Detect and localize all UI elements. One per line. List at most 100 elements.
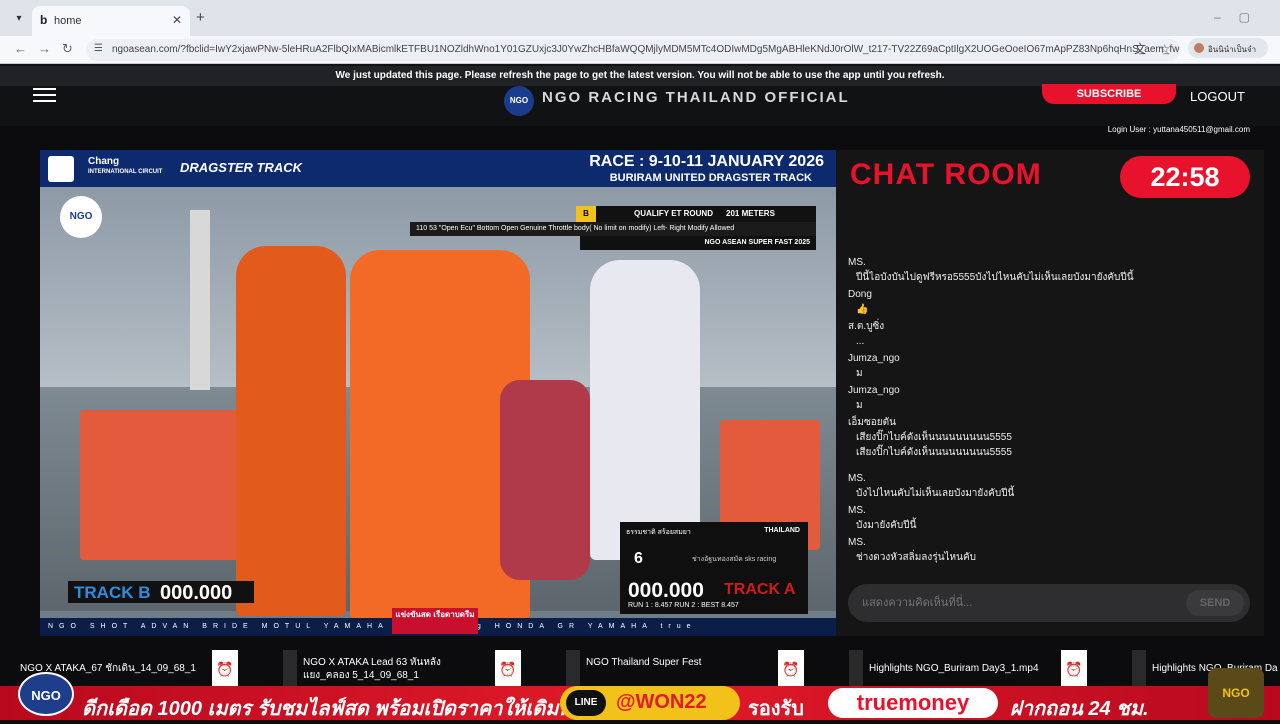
chat-message: เสียงปิ๊กไบค์ดังเห็นนนนนนนนน5555 <box>848 445 1248 460</box>
site-info-icon[interactable]: ☰ <box>94 43 103 54</box>
chat-message: เอ็มซอยตันเสียงปิ๊กไบค์ดังเห็นนนนนนนนน55… <box>848 416 1248 445</box>
circuit-name: Chang INTERNATIONAL CIRCUIT <box>88 156 162 178</box>
chat-text: บังไปไหนคับไม่เห็นเลยบังมายังคับปีนี้ <box>856 488 1015 499</box>
translate-label: อินนินำเป็นจำ <box>1208 45 1257 54</box>
send-button[interactable]: SEND <box>1186 590 1244 616</box>
browser-tab-home[interactable]: b home ✕ <box>32 6 190 36</box>
url-field[interactable]: ☰ ngoasean.com/?fbclid=IwY2xjawPNw-5leHR… <box>86 39 1180 61</box>
truemoney-logo: truemoney <box>828 688 998 718</box>
banner-support-text: รองรับ <box>748 698 804 720</box>
playlist-thumbnail <box>566 650 580 686</box>
lane-number: 6 <box>634 550 643 567</box>
chat-message: MS. บังมายังคับปีนี้ <box>848 504 1248 533</box>
run-info: RUN 1 : 8.457 RUN 2 : BEST 8.457 <box>628 602 739 609</box>
ngo-banner-logo: NGO <box>18 672 74 716</box>
subscribe-button[interactable]: SUBSCRIBE <box>1042 84 1176 104</box>
address-bar-actions: 文 ☆ <box>1134 40 1170 57</box>
menu-icon[interactable] <box>33 88 56 102</box>
chat-message: Jumza_ngo ม <box>848 352 1248 381</box>
circuit-logo-icon <box>48 156 74 182</box>
scene-truss <box>190 210 210 390</box>
browser-tab-bar <box>0 0 1280 36</box>
rider-country: THAILAND <box>764 527 800 534</box>
chat-message: ส.ต.บูซิ่ง... <box>848 320 1248 349</box>
alarm-clock-icon[interactable]: ⏰ <box>495 650 521 686</box>
chat-username: เอ็มซอยตัน <box>848 417 896 428</box>
chat-message: MS. ช่างดวงหัวสลิ่มลงรุ่นไหนคับ <box>848 536 1248 565</box>
playlist-item[interactable]: NGO Thailand Super Fest ⏰ <box>566 650 836 686</box>
chat-text: ช่างดวงหัวสลิ่มลงรุ่นไหนคับ <box>856 552 977 563</box>
chat-title: CHAT ROOM <box>850 158 1042 191</box>
window-controls[interactable]: –▢ <box>1214 10 1268 24</box>
chat-text: ม <box>856 400 863 411</box>
tab-search-icon[interactable]: ▾ <box>10 10 28 28</box>
video-header-graphic: Chang INTERNATIONAL CIRCUIT DRAGSTER TRA… <box>40 150 836 187</box>
chat-message: MS. ปีนี้ไอบังบันไปดูฟรีหรอ5555บังไปไหนคั… <box>848 256 1248 285</box>
bookmark-star-icon[interactable]: ☆ <box>1159 42 1170 56</box>
chat-text: ม <box>856 368 863 379</box>
chat-username: Dong <box>848 289 872 300</box>
ngo-crest-logo: NGO <box>1208 668 1264 718</box>
back-arrow-icon[interactable]: ← <box>14 41 27 56</box>
chat-text: เสียงปิ๊กไบค์ดังเห็นนนนนนนนน5555 <box>856 432 1012 443</box>
line-contact[interactable]: LINE @WON22 <box>560 686 740 720</box>
qualify-overlay: B QUALIFY ET ROUND 201 METERS <box>576 206 816 222</box>
update-notice: We just updated this page. Please refres… <box>0 66 1280 86</box>
chat-message: Dong 👍 <box>848 288 1248 317</box>
profile-icon <box>1194 43 1204 53</box>
translate-icon[interactable]: 文 <box>1134 42 1146 56</box>
close-tab-icon[interactable]: ✕ <box>172 13 182 27</box>
scene-spectator <box>590 260 700 560</box>
circuit-name-2: INTERNATIONAL CIRCUIT <box>88 169 163 175</box>
playlist-thumbnail <box>283 650 297 686</box>
playlist-item[interactable]: NGO X ATAKA Lead 63 หันหลัง แยง_คลอง 5_1… <box>283 650 553 686</box>
chat-message: MS. บังไปไหนคับไม่เห็นเลยบังมายังคับปีนี้ <box>848 472 1248 501</box>
reload-icon[interactable]: ↻ <box>62 41 73 57</box>
chat-text: ปีนี้ไอบังบันไปดูฟรีหรอ5555บังไปไหนคับไม… <box>856 272 1134 283</box>
chat-username: Jumza_ngo <box>848 385 900 396</box>
dragster-track-logo: DRAGSTER TRACK <box>180 160 303 175</box>
race-title: RACE : 9-10-11 JANUARY 2026 <box>589 153 824 170</box>
qual-letter: B <box>576 206 596 222</box>
rider-name: ธรรมชาติ สร้อยสมยา <box>626 529 691 536</box>
track-b-scoreboard: TRACK B 000.000 <box>68 581 254 604</box>
translate-pill[interactable]: อินนินำเป็นจำ <box>1188 38 1268 58</box>
ngo-corner-logo: NGO <box>60 196 102 238</box>
promo-banner[interactable]: ดีกเดือด 1000 เมตร รับชมไลฟ์สด พร้อมเปิด… <box>0 686 1280 720</box>
countdown-timer: 22:58 <box>1120 156 1250 198</box>
site-title: NGO RACING THAILAND OFFICIAL <box>542 89 850 106</box>
chat-text: ... <box>856 336 865 347</box>
playlist-title: NGO X ATAKA Lead 63 หันหลัง แยง_คลอง 5_1… <box>303 657 441 681</box>
video-playlist: NGO X ATAKA_67 ชักเดิน_14_09_68_1 ⏰ NGO X… <box>0 650 1280 686</box>
qual-round: QUALIFY ET ROUND <box>634 209 713 218</box>
chat-username: MS. <box>848 473 866 484</box>
track-a-scoreboard: ธรรมชาติ สร้อยสมยา THAILAND 6 ช่างอัฐนทอ… <box>620 522 808 614</box>
chat-message-list: MS. ปีนี้ไอบังบันไปดูฟรีหรอ5555บังไปไหนคั… <box>848 256 1248 568</box>
track-b-label: TRACK B <box>74 583 151 602</box>
distance: 201 METERS <box>726 209 775 218</box>
race-subtitle: BURIRAM UNITED DRAGSTER TRACK <box>609 172 812 184</box>
playlist-item[interactable]: Highlights NGO_Buriram Day3_1.mp4 ⏰ <box>849 650 1119 686</box>
chat-username: MS. <box>848 257 866 268</box>
chat-message: Jumza_ngo ม <box>848 384 1248 413</box>
logout-link[interactable]: LOGOUT <box>1190 89 1245 104</box>
chat-username: MS. <box>848 537 866 548</box>
url-text: ngoasean.com/?fbclid=IwY2xjawPNw-5leHRuA… <box>112 44 1180 55</box>
chat-username: Jumza_ngo <box>848 353 900 364</box>
track-a-label: TRACK A <box>724 581 796 598</box>
alarm-clock-icon[interactable]: ⏰ <box>1061 650 1087 686</box>
team-name: ช่างอัฐนทองสมัค sks racing <box>692 556 777 563</box>
new-tab-icon[interactable]: + <box>196 9 205 26</box>
chat-text: เสียงปิ๊กไบค์ดังเห็นนนนนนนนน5555 <box>856 447 1012 458</box>
live-video-player[interactable]: Chang INTERNATIONAL CIRCUIT DRAGSTER TRA… <box>40 150 836 636</box>
scene-motorcycle <box>500 380 590 580</box>
playlist-thumbnail <box>1132 650 1146 686</box>
alarm-clock-icon[interactable]: ⏰ <box>212 650 238 686</box>
forward-arrow-icon[interactable]: → <box>38 41 51 56</box>
line-id: @WON22 <box>616 691 707 713</box>
alarm-clock-icon[interactable]: ⏰ <box>778 650 804 686</box>
event-overlay: NGO ASEAN SUPER FAST 2025 <box>580 236 816 250</box>
chat-username: ส.ต.บูซิ่ง <box>848 321 885 332</box>
favicon-icon: b <box>40 13 48 27</box>
track-b-time: 000.000 <box>160 582 233 604</box>
